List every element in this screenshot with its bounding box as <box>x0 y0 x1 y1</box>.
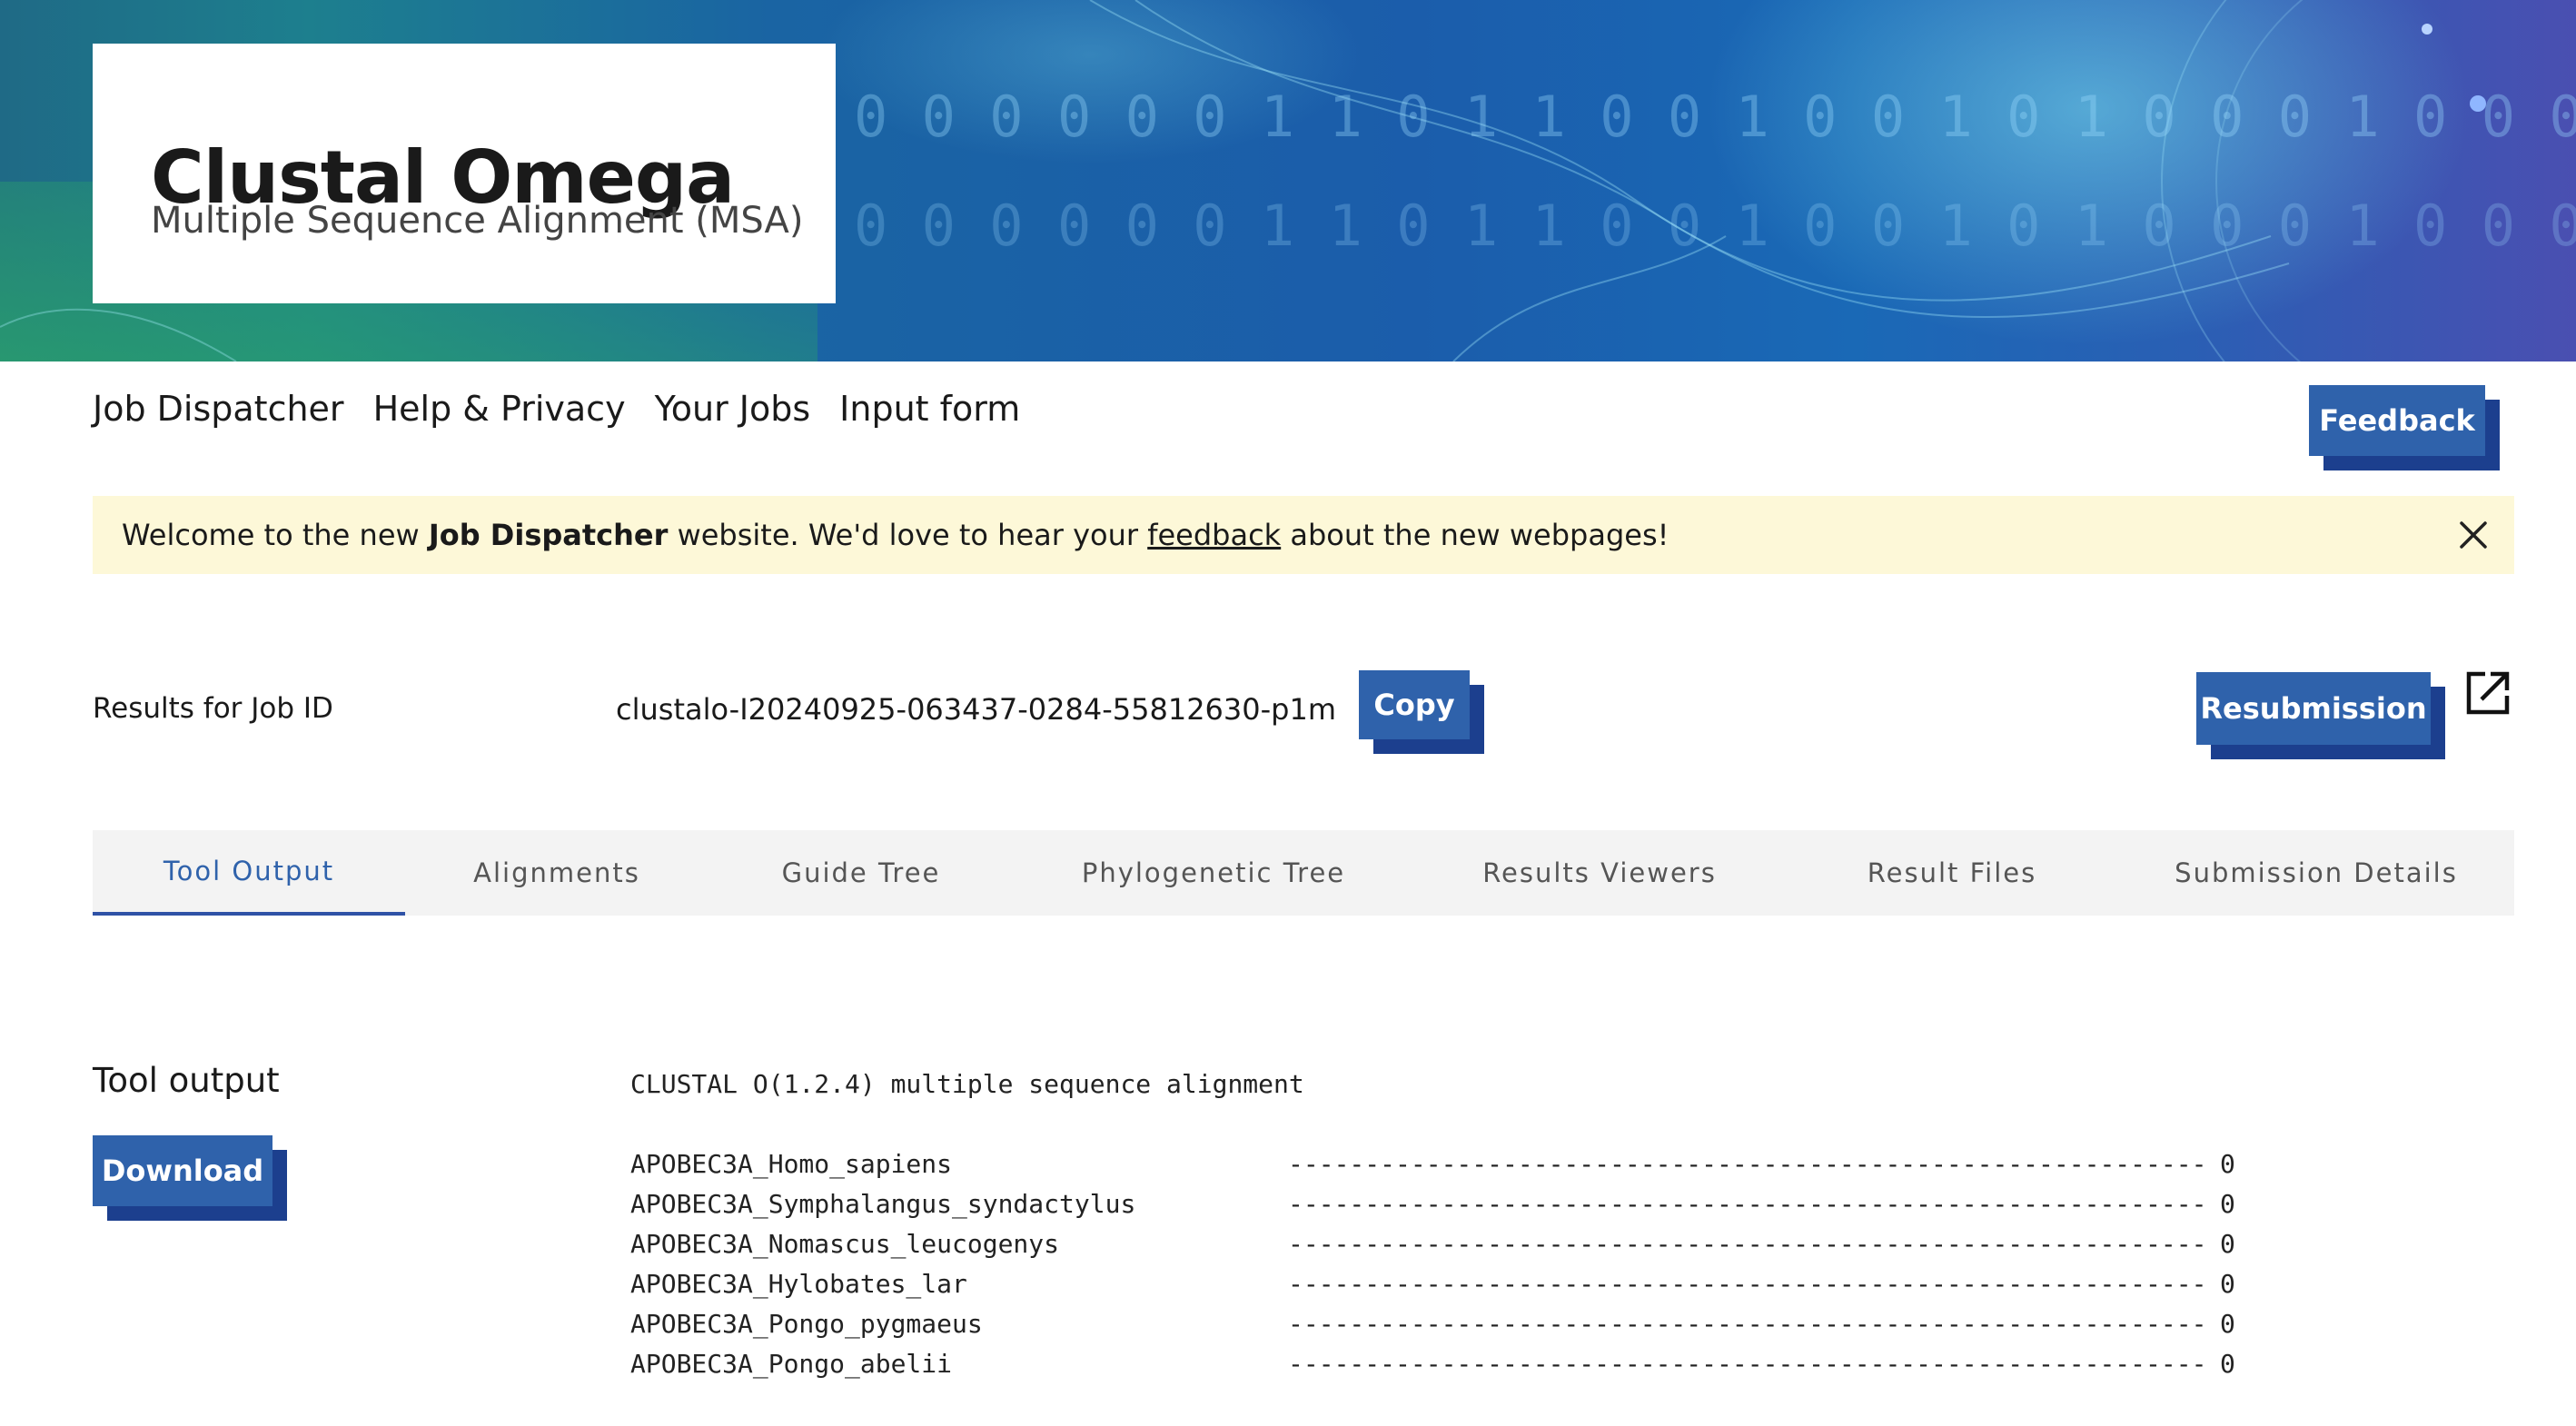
sequence-count: 0 <box>2220 1349 2235 1379</box>
tab-results-viewers[interactable]: Results Viewers <box>1413 830 1786 916</box>
sequence-count: 0 <box>2220 1189 2235 1219</box>
notice-bold: Job Dispatcher <box>428 518 669 552</box>
header-banner: 0 0 0 0 0 0 1 1 0 1 1 0 0 1 0 0 1 0 1 0 … <box>0 0 2576 361</box>
notice-middle: website. We'd love to hear your <box>668 518 1148 552</box>
sequence-name: APOBEC3A_Hylobates_lar <box>630 1269 967 1299</box>
sequence-count: 0 <box>2220 1309 2235 1339</box>
job-id-value: clustalo-I20240925-063437-0284-55812630-… <box>616 692 1337 727</box>
notice-suffix: about the new webpages! <box>1281 518 1669 552</box>
sequence-name: APOBEC3A_Pongo_abelii <box>630 1349 953 1379</box>
download-button[interactable]: Download <box>93 1135 272 1206</box>
sequence-count: 0 <box>2220 1149 2235 1179</box>
nav-your-jobs[interactable]: Your Jobs <box>655 389 811 429</box>
alignment-row: APOBEC3A_Hylobates_lar ------------------… <box>630 1264 2235 1304</box>
nav-job-dispatcher[interactable]: Job Dispatcher <box>93 389 344 429</box>
app-subtitle: Multiple Sequence Alignment (MSA) <box>151 200 804 242</box>
sequence-name: APOBEC3A_Homo_sapiens <box>630 1149 953 1179</box>
alignment-row: APOBEC3A_Homo_sapiens -------------------… <box>630 1144 2235 1184</box>
title-card: Clustal Omega Multiple Sequence Alignmen… <box>93 44 836 303</box>
sequence-name: APOBEC3A_Nomascus_leucogenys <box>630 1229 1060 1259</box>
tab-result-files[interactable]: Result Files <box>1786 830 2118 916</box>
tool-output-title: Tool output <box>93 1061 280 1100</box>
close-icon[interactable] <box>2458 520 2489 550</box>
main-nav: Job Dispatcher Help & Privacy Your Jobs … <box>93 389 1020 429</box>
sequence-data: ----------------------------------------… <box>1288 1309 2204 1339</box>
alignment-row: APOBEC3A_Pongo_pygmaeus -----------------… <box>630 1304 2235 1344</box>
sequence-count: 0 <box>2220 1269 2235 1299</box>
tab-alignments[interactable]: Alignments <box>405 830 708 916</box>
banner-binary-text: 0 0 0 0 0 0 1 1 0 1 1 0 0 1 0 0 1 0 1 0 … <box>854 84 2576 150</box>
result-tabs: Tool Output Alignments Guide Tree Phylog… <box>93 830 2514 916</box>
banner-binary-text-2: 0 0 0 0 0 0 1 1 0 1 1 0 0 1 0 0 1 0 1 0 … <box>854 193 2576 259</box>
job-id-label: Results for Job ID <box>93 692 333 725</box>
sequence-data: ----------------------------------------… <box>1288 1189 2204 1219</box>
alignment-row: APOBEC3A_Nomascus_leucogenys ------------… <box>630 1224 2235 1264</box>
notice-feedback-link[interactable]: feedback <box>1147 518 1281 552</box>
external-link-icon[interactable] <box>2463 668 2512 718</box>
sequence-name: APOBEC3A_Pongo_pygmaeus <box>630 1309 983 1339</box>
alignment-row: APOBEC3A_Pongo_abelii -------------------… <box>630 1344 2235 1384</box>
notice-text: Welcome to the new Job Dispatcher websit… <box>122 518 1669 552</box>
sequence-data: ----------------------------------------… <box>1288 1149 2204 1179</box>
sequence-data: ----------------------------------------… <box>1288 1349 2204 1379</box>
welcome-notice: Welcome to the new Job Dispatcher websit… <box>93 496 2514 574</box>
feedback-button[interactable]: Feedback <box>2309 385 2485 456</box>
sequence-data: ----------------------------------------… <box>1288 1229 2204 1259</box>
tab-phylogenetic-tree[interactable]: Phylogenetic Tree <box>1014 830 1413 916</box>
sequence-count: 0 <box>2220 1229 2235 1259</box>
sequence-data: ----------------------------------------… <box>1288 1269 2204 1299</box>
tab-submission-details[interactable]: Submission Details <box>2118 830 2514 916</box>
copy-button[interactable]: Copy <box>1359 670 1470 739</box>
tab-tool-output[interactable]: Tool Output <box>93 830 405 916</box>
alignment-row: APOBEC3A_Symphalangus_syndactylus -------… <box>630 1184 2235 1224</box>
alignment-header: CLUSTAL O(1.2.4) multiple sequence align… <box>630 1069 1304 1099</box>
nav-help-privacy[interactable]: Help & Privacy <box>373 389 626 429</box>
tab-guide-tree[interactable]: Guide Tree <box>708 830 1014 916</box>
alignment-output: CLUSTAL O(1.2.4) multiple sequence align… <box>630 1065 2235 1384</box>
notice-prefix: Welcome to the new <box>122 518 429 552</box>
nav-input-form[interactable]: Input form <box>839 389 1020 429</box>
resubmission-button[interactable]: Resubmission <box>2196 672 2431 745</box>
sequence-name: APOBEC3A_Symphalangus_syndactylus <box>630 1189 1136 1219</box>
